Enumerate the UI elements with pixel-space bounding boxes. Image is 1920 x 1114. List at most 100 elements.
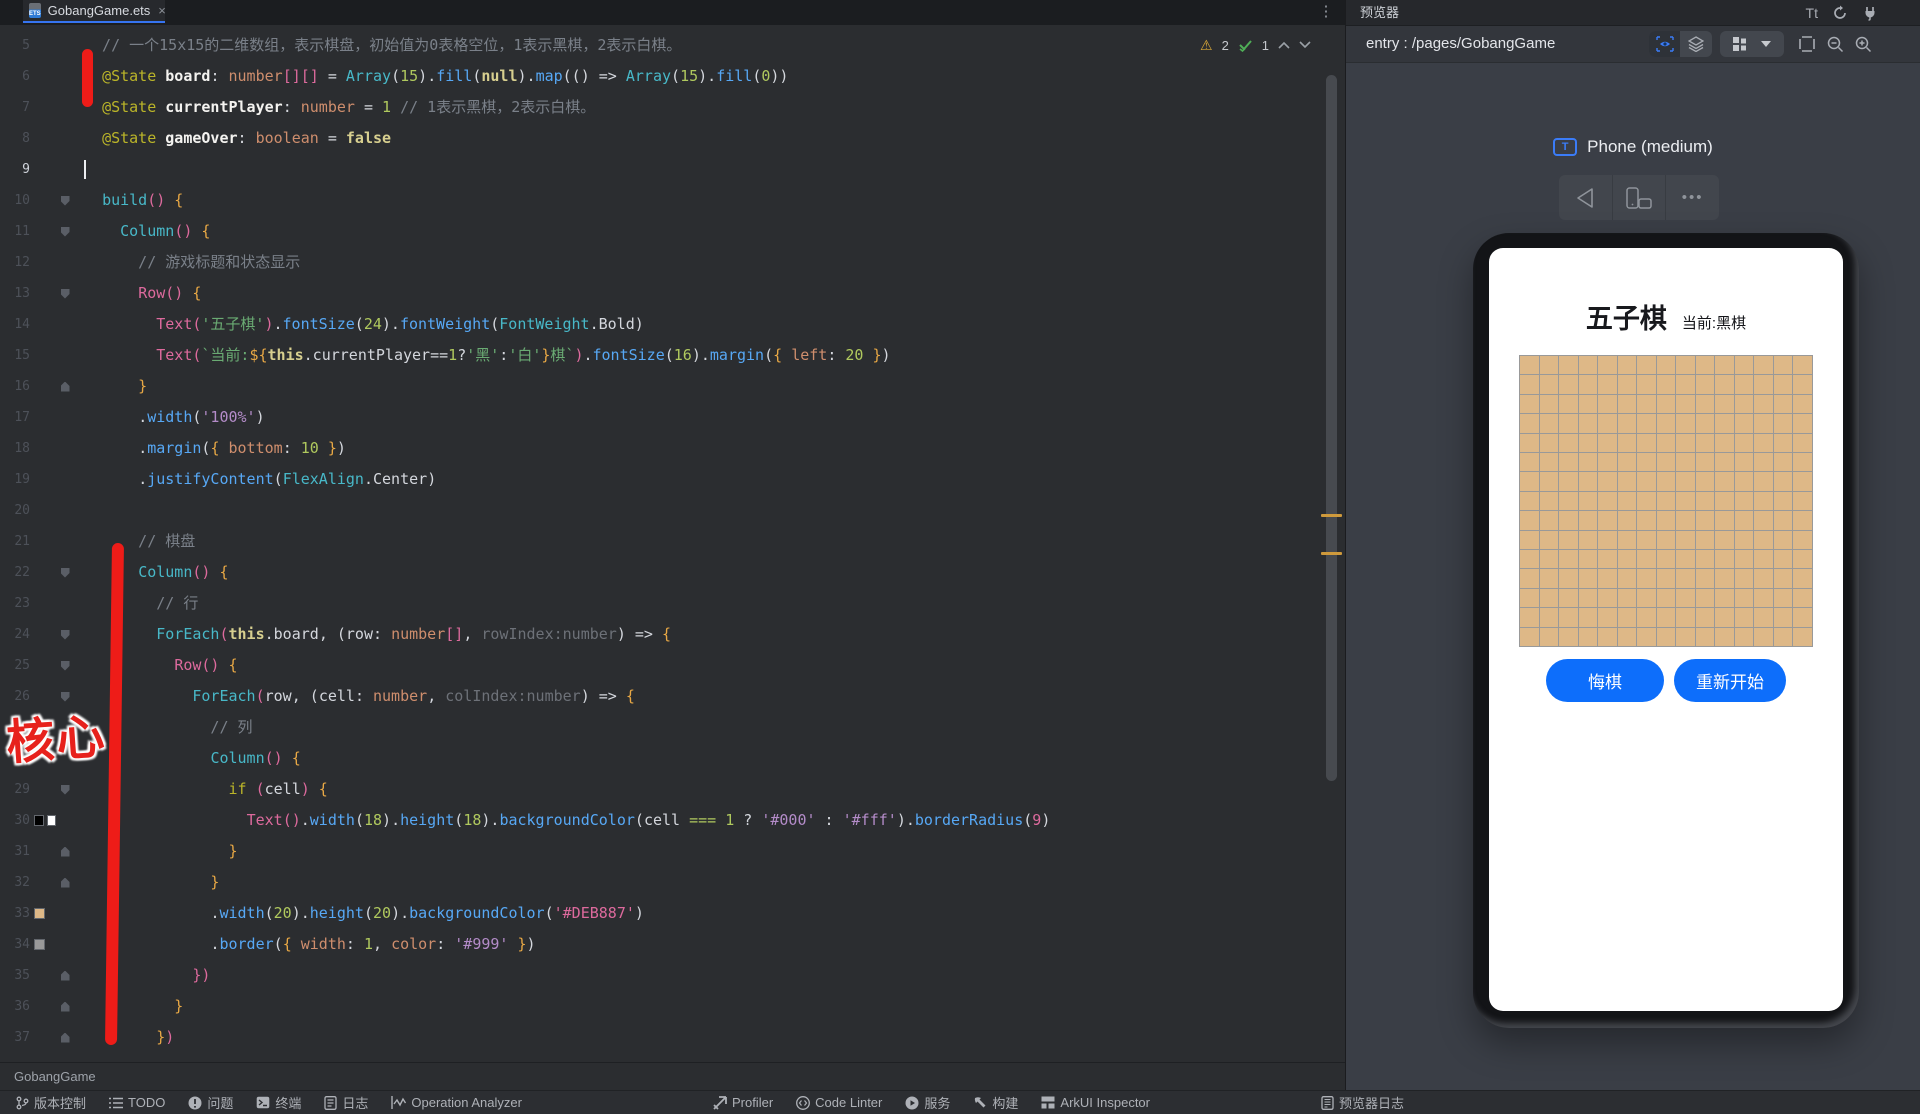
- fold-marker[interactable]: [56, 381, 74, 392]
- board-cell[interactable]: [1598, 394, 1617, 414]
- fold-marker[interactable]: [56, 784, 74, 795]
- board-cell[interactable]: [1617, 433, 1637, 452]
- prev-issue-chevron-icon[interactable]: [1278, 41, 1290, 49]
- zoom-in-button[interactable]: [1850, 31, 1876, 57]
- board-cell[interactable]: [1578, 608, 1598, 627]
- board-cell[interactable]: [1793, 414, 1812, 433]
- board-cell[interactable]: [1734, 627, 1754, 646]
- board-cell[interactable]: [1715, 433, 1734, 452]
- board-cell[interactable]: [1656, 433, 1676, 452]
- board-cell[interactable]: [1520, 433, 1539, 452]
- board-cell[interactable]: [1793, 472, 1812, 491]
- fold-marker[interactable]: [56, 660, 74, 671]
- board-cell[interactable]: [1656, 375, 1676, 394]
- board-cell[interactable]: [1793, 569, 1812, 588]
- board-cell[interactable]: [1793, 375, 1812, 394]
- board-cell[interactable]: [1754, 549, 1773, 569]
- board-cell[interactable]: [1520, 356, 1539, 375]
- code-line[interactable]: 16 }: [0, 371, 1345, 402]
- code-line[interactable]: 12 // 游戏标题和状态显示: [0, 247, 1345, 278]
- board-cell[interactable]: [1578, 394, 1598, 414]
- code-line[interactable]: 30 Text().width(18).height(18).backgroun…: [0, 805, 1345, 836]
- preview-eye-toggle[interactable]: [1649, 31, 1680, 57]
- code-line[interactable]: 21 // 棋盘: [0, 526, 1345, 557]
- board-cell[interactable]: [1598, 375, 1617, 394]
- code-line[interactable]: 25 Row() {: [0, 650, 1345, 681]
- tab-close-icon[interactable]: ×: [158, 3, 166, 18]
- board-cell[interactable]: [1773, 511, 1793, 530]
- board-cell[interactable]: [1539, 414, 1559, 433]
- board-cell[interactable]: [1773, 627, 1793, 646]
- board-cell[interactable]: [1578, 588, 1598, 608]
- board-cell[interactable]: [1695, 549, 1715, 569]
- rotate-device-button[interactable]: [1613, 175, 1667, 220]
- code-line[interactable]: 7 @State currentPlayer: number = 1 // 1表…: [0, 92, 1345, 123]
- board-cell[interactable]: [1539, 511, 1559, 530]
- toolbar-item-version-control[interactable]: 版本控制: [16, 1093, 86, 1112]
- board-cell[interactable]: [1656, 414, 1676, 433]
- zoom-out-button[interactable]: [1822, 31, 1848, 57]
- board-cell[interactable]: [1520, 627, 1539, 646]
- fold-marker[interactable]: [56, 846, 74, 857]
- board-cell[interactable]: [1734, 588, 1754, 608]
- board-cell[interactable]: [1793, 491, 1812, 511]
- board-cell[interactable]: [1754, 452, 1773, 472]
- board-cell[interactable]: [1676, 549, 1695, 569]
- fold-marker[interactable]: [56, 1001, 74, 1012]
- board-cell[interactable]: [1773, 588, 1793, 608]
- board-cell[interactable]: [1695, 627, 1715, 646]
- board-cell[interactable]: [1695, 511, 1715, 530]
- board-cell[interactable]: [1695, 608, 1715, 627]
- board-cell[interactable]: [1598, 414, 1617, 433]
- board-cell[interactable]: [1715, 569, 1734, 588]
- tab-options-kebab-icon[interactable]: ⋮: [1316, 2, 1336, 22]
- undo-button[interactable]: 悔棋: [1546, 659, 1664, 702]
- board-cell[interactable]: [1773, 491, 1793, 511]
- board-cell[interactable]: [1695, 433, 1715, 452]
- board-cell[interactable]: [1578, 375, 1598, 394]
- board-cell[interactable]: [1598, 433, 1617, 452]
- code-line[interactable]: 33 .width(20).height(20).backgroundColor…: [0, 898, 1345, 929]
- code-line[interactable]: 36 }: [0, 991, 1345, 1022]
- inspections-widget[interactable]: ⚠ 2 1: [1200, 34, 1311, 56]
- board-cell[interactable]: [1559, 530, 1578, 549]
- board-cell[interactable]: [1676, 375, 1695, 394]
- board-cell[interactable]: [1637, 452, 1656, 472]
- board-cell[interactable]: [1734, 375, 1754, 394]
- code-line[interactable]: 17 .width('100%'): [0, 402, 1345, 433]
- board-cell[interactable]: [1578, 472, 1598, 491]
- fold-marker[interactable]: [56, 1032, 74, 1043]
- color-swatch[interactable]: [34, 939, 45, 950]
- board-cell[interactable]: [1715, 549, 1734, 569]
- code-line[interactable]: 5 // 一个15x15的二维数组，表示棋盘，初始值为0表格空位，1表示黑棋，2…: [0, 30, 1345, 61]
- board-cell[interactable]: [1637, 627, 1656, 646]
- board-cell[interactable]: [1617, 511, 1637, 530]
- board-cell[interactable]: [1559, 569, 1578, 588]
- board-cell[interactable]: [1578, 627, 1598, 646]
- board-cell[interactable]: [1637, 433, 1656, 452]
- board-cell[interactable]: [1637, 569, 1656, 588]
- board-cell[interactable]: [1617, 414, 1637, 433]
- board-cell[interactable]: [1793, 511, 1812, 530]
- board-cell[interactable]: [1793, 356, 1812, 375]
- board-cell[interactable]: [1578, 433, 1598, 452]
- code-line[interactable]: 37 }): [0, 1022, 1345, 1053]
- board-cell[interactable]: [1520, 375, 1539, 394]
- board-cell[interactable]: [1695, 452, 1715, 472]
- board-cell[interactable]: [1617, 452, 1637, 472]
- board-cell[interactable]: [1734, 433, 1754, 452]
- board-cell[interactable]: [1598, 627, 1617, 646]
- board-cell[interactable]: [1676, 627, 1695, 646]
- board-cell[interactable]: [1617, 588, 1637, 608]
- board-cell[interactable]: [1715, 414, 1734, 433]
- fold-marker[interactable]: [56, 877, 74, 888]
- board-cell[interactable]: [1598, 588, 1617, 608]
- board-cell[interactable]: [1676, 356, 1695, 375]
- board-cell[interactable]: [1539, 356, 1559, 375]
- board-cell[interactable]: [1695, 375, 1715, 394]
- board-cell[interactable]: [1598, 608, 1617, 627]
- board-cell[interactable]: [1676, 569, 1695, 588]
- board-cell[interactable]: [1695, 569, 1715, 588]
- board-cell[interactable]: [1559, 452, 1578, 472]
- board-cell[interactable]: [1539, 608, 1559, 627]
